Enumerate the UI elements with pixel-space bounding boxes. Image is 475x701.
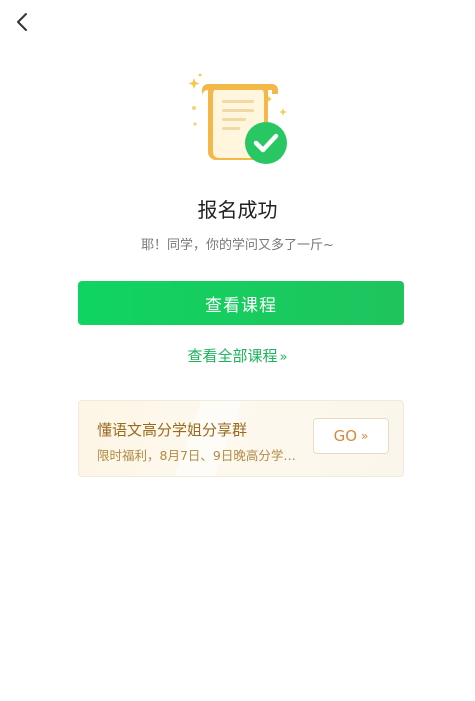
group-share-banner[interactable]: 懂语文高分学姐分享群 限时福利，8月7日、9日晚高分学姐直播分享 GO» (78, 400, 404, 477)
double-chevron-right-icon: » (361, 429, 369, 443)
view-course-label: 查看课程 (205, 295, 277, 316)
success-subtitle: 耶！同学，你的学问又多了一斤~ (141, 238, 334, 253)
view-all-courses-link[interactable]: 查看全部课程» (0, 345, 475, 366)
back-button[interactable] (8, 8, 36, 36)
banner-subtitle: 限时福利，8月7日、9日晚高分学姐直播分享 (97, 448, 307, 463)
banner-title: 懂语文高分学姐分享群 (97, 421, 248, 439)
success-title: 报名成功 (197, 198, 278, 222)
chevron-left-icon (17, 13, 27, 31)
go-label: GO (333, 427, 358, 445)
view-all-label: 查看全部课程 (187, 347, 278, 365)
view-course-button[interactable]: 查看课程 (78, 281, 404, 325)
go-button[interactable]: GO» (313, 418, 389, 454)
double-chevron-right-icon: » (279, 350, 288, 365)
document-check-icon (188, 73, 287, 164)
